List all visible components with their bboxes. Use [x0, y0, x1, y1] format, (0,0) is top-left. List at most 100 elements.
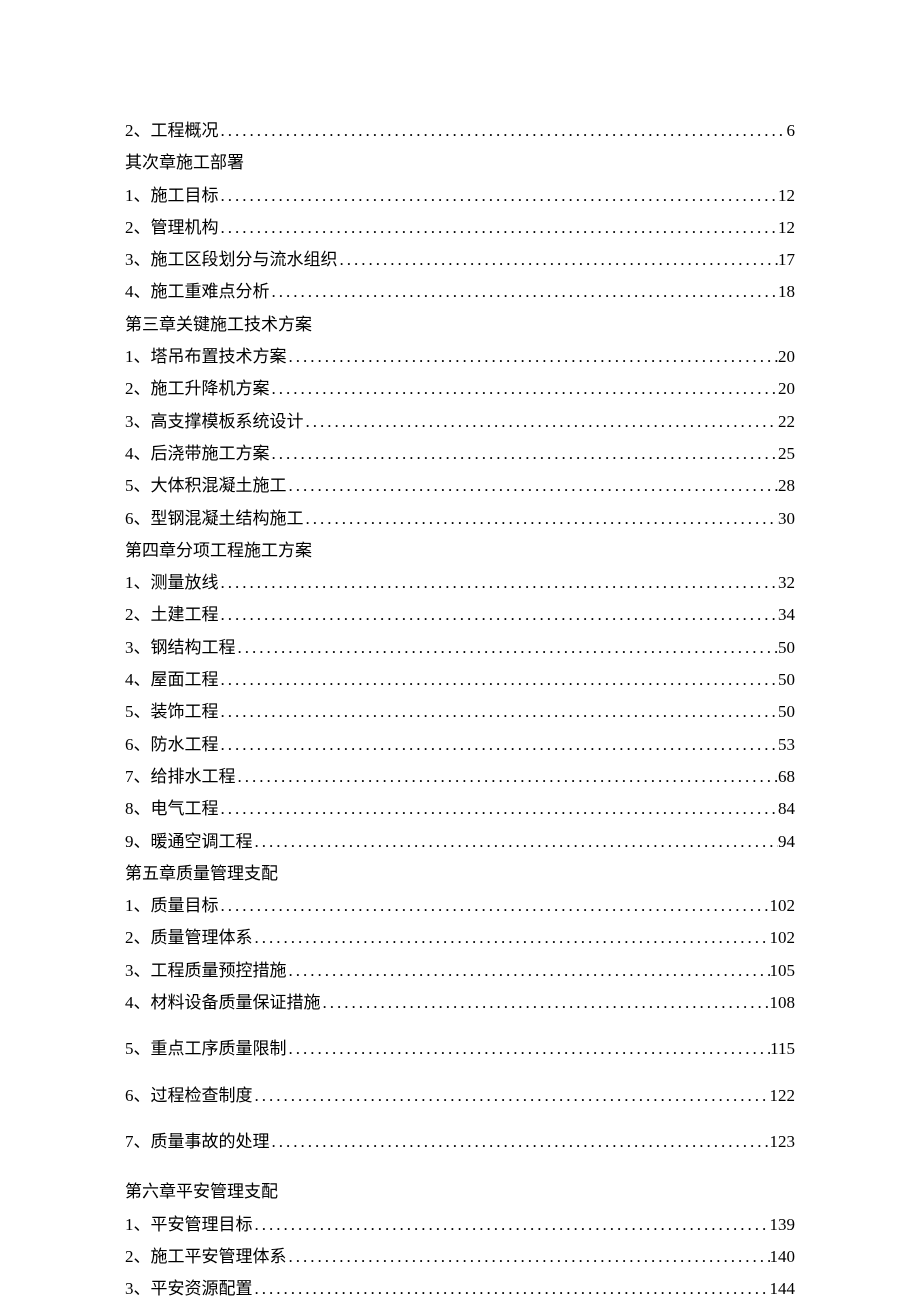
toc-entry-page: 84	[778, 793, 795, 825]
toc-entry-page: 50	[778, 696, 795, 728]
toc-entry: 3、高支撑模板系统设计22	[125, 406, 795, 438]
toc-entry-page: 53	[778, 729, 795, 761]
toc-entry-page: 34	[778, 599, 795, 631]
toc-entry: 2、质量管理体系 102	[125, 922, 795, 954]
toc-entry: 8、电气工程 84	[125, 793, 795, 825]
toc-section-heading: 第三章关键施工技术方案	[125, 309, 795, 341]
toc-entry: 3、工程质量预控措施105	[125, 955, 795, 987]
toc-dots	[253, 1273, 770, 1305]
toc-entry-page: 94	[778, 826, 795, 858]
toc-entry: 7、质量事故的处理123	[125, 1126, 795, 1158]
toc-dots	[219, 793, 779, 825]
toc-entry: 4、后浇带施工方案25	[125, 438, 795, 470]
toc-entry-label: 2、施工升降机方案	[125, 373, 270, 405]
toc-dots	[219, 115, 787, 147]
toc-entry-page: 68	[778, 761, 795, 793]
toc-entry: 1、测量放线 32	[125, 567, 795, 599]
toc-entry: 7、给排水工程 68	[125, 761, 795, 793]
toc-dots	[253, 826, 779, 858]
toc-entry-label: 2、管理机构	[125, 212, 219, 244]
toc-dots	[219, 567, 779, 599]
toc-entry-label: 8、电气工程	[125, 793, 219, 825]
toc-dots	[304, 503, 779, 535]
toc-entry-page: 144	[770, 1273, 796, 1305]
toc-dots	[304, 406, 779, 438]
toc-dots	[287, 955, 770, 987]
toc-section-heading: 第四章分项工程施工方案	[125, 535, 795, 567]
toc-entry: 2、土建工程34	[125, 599, 795, 631]
toc-dots	[253, 922, 770, 954]
toc-entry-label: 9、暖通空调工程	[125, 826, 253, 858]
toc-entry-page: 115	[770, 1033, 795, 1065]
toc-entry-label: 2、施工平安管理体系	[125, 1241, 287, 1273]
toc-dots	[219, 212, 779, 244]
toc-dots	[219, 180, 779, 212]
toc-entry-label: 1、施工目标	[125, 180, 219, 212]
toc-dots	[270, 276, 779, 308]
toc-entry: 5、大体积混凝土施工28	[125, 470, 795, 502]
toc-entry: 5、装饰工程 50	[125, 696, 795, 728]
toc-dots	[270, 373, 779, 405]
toc-entry-label: 4、施工重难点分析	[125, 276, 270, 308]
toc-entry: 9、暖通空调工程 94	[125, 826, 795, 858]
toc-dots	[287, 470, 779, 502]
toc-section-heading: 其次章施工部署	[125, 147, 795, 179]
toc-entry: 3、平安资源配置 144	[125, 1273, 795, 1305]
toc-entry-page: 6	[787, 115, 796, 147]
toc-entry-label: 1、平安管理目标	[125, 1209, 253, 1241]
toc-dots	[219, 696, 779, 728]
toc-entry-page: 25	[778, 438, 795, 470]
table-of-contents: 2、工程概况6其次章施工部署1、施工目标122、管理机构123、施工区段划分与流…	[125, 115, 795, 1305]
toc-dots	[270, 1126, 770, 1158]
toc-entry: 1、施工目标12	[125, 180, 795, 212]
toc-entry-label: 2、工程概况	[125, 115, 219, 147]
toc-entry-label: 3、钢结构工程	[125, 632, 236, 664]
toc-dots	[321, 987, 770, 1019]
toc-dots	[219, 599, 779, 631]
toc-entry-label: 4、材料设备质量保证措施	[125, 987, 321, 1019]
toc-entry-page: 28	[778, 470, 795, 502]
toc-dots	[253, 1209, 770, 1241]
toc-section-heading: 第五章质量管理支配	[125, 858, 795, 890]
toc-entry-page: 18	[778, 276, 795, 308]
toc-entry-label: 4、屋面工程	[125, 664, 219, 696]
toc-entry-label: 3、平安资源配置	[125, 1273, 253, 1305]
toc-dots	[338, 244, 779, 276]
toc-entry-label: 7、给排水工程	[125, 761, 236, 793]
toc-entry: 6、型钢混凝土结构施工30	[125, 503, 795, 535]
toc-entry-page: 140	[770, 1241, 796, 1273]
toc-entry-page: 17	[778, 244, 795, 276]
toc-entry: 2、施工升降机方案20	[125, 373, 795, 405]
toc-entry: 1、塔吊布置技术方案 20	[125, 341, 795, 373]
toc-entry: 6、防水工程53	[125, 729, 795, 761]
toc-entry-label: 5、重点工序质量限制	[125, 1033, 287, 1065]
toc-entry-page: 12	[778, 212, 795, 244]
toc-entry-label: 1、测量放线	[125, 567, 219, 599]
toc-entry-label: 6、过程检查制度	[125, 1080, 253, 1112]
toc-dots	[219, 729, 779, 761]
toc-entry-page: 22	[778, 406, 795, 438]
toc-entry-page: 50	[778, 664, 795, 696]
toc-entry-page: 122	[770, 1080, 796, 1112]
toc-dots	[287, 341, 779, 373]
toc-entry-label: 3、施工区段划分与流水组织	[125, 244, 338, 276]
toc-entry-page: 30	[778, 503, 795, 535]
toc-entry-page: 20	[778, 341, 795, 373]
toc-dots	[287, 1033, 771, 1065]
toc-entry-page: 32	[778, 567, 795, 599]
toc-entry-label: 2、质量管理体系	[125, 922, 253, 954]
toc-entry-page: 139	[770, 1209, 796, 1241]
toc-entry: 4、施工重难点分析 18	[125, 276, 795, 308]
toc-entry: 1、质量目标102	[125, 890, 795, 922]
toc-entry-label: 1、塔吊布置技术方案	[125, 341, 287, 373]
toc-entry-page: 123	[770, 1126, 796, 1158]
toc-entry-page: 102	[770, 890, 796, 922]
toc-dots	[287, 1241, 770, 1273]
toc-entry: 3、施工区段划分与流水组织 17	[125, 244, 795, 276]
toc-entry-page: 102	[770, 922, 796, 954]
toc-section-heading: 第六章平安管理支配	[125, 1176, 795, 1208]
toc-entry-label: 5、装饰工程	[125, 696, 219, 728]
toc-entry: 4、屋面工程 50	[125, 664, 795, 696]
toc-entry: 2、工程概况 6	[125, 115, 795, 147]
toc-entry: 5、重点工序质量限制 115	[125, 1033, 795, 1065]
